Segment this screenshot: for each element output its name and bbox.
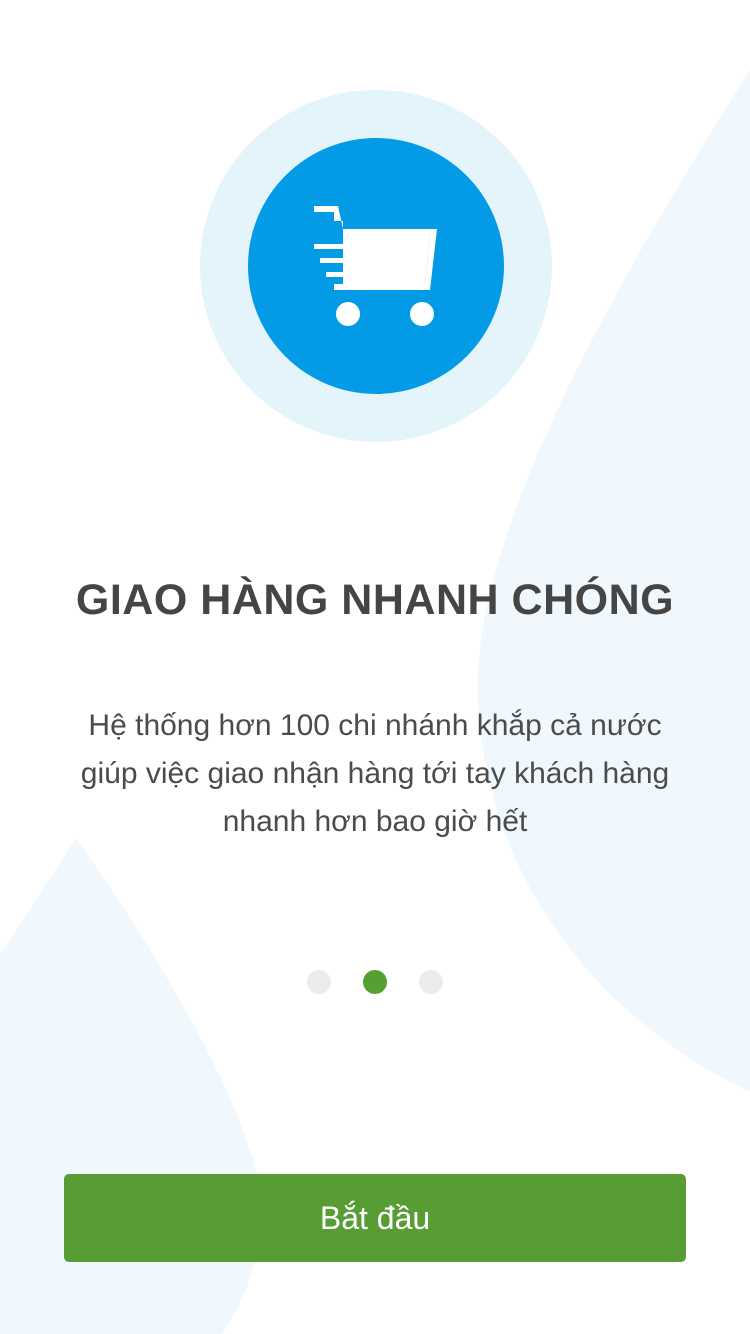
- hero-illustration: [200, 90, 552, 442]
- pagination-dots: [0, 970, 750, 994]
- pagination-dot[interactable]: [419, 970, 443, 994]
- start-button[interactable]: Bắt đầu: [64, 1174, 686, 1262]
- hero-icon-circle: [248, 138, 504, 394]
- shopping-cart-icon: [314, 206, 437, 326]
- page-description: Hệ thống hơn 100 chi nhánh khắp cả nước …: [80, 709, 670, 838]
- pagination-dot[interactable]: [307, 970, 331, 994]
- pagination-dot-active[interactable]: [363, 970, 387, 994]
- page-title: GIAO HÀNG NHANH CHÓNG: [75, 576, 675, 624]
